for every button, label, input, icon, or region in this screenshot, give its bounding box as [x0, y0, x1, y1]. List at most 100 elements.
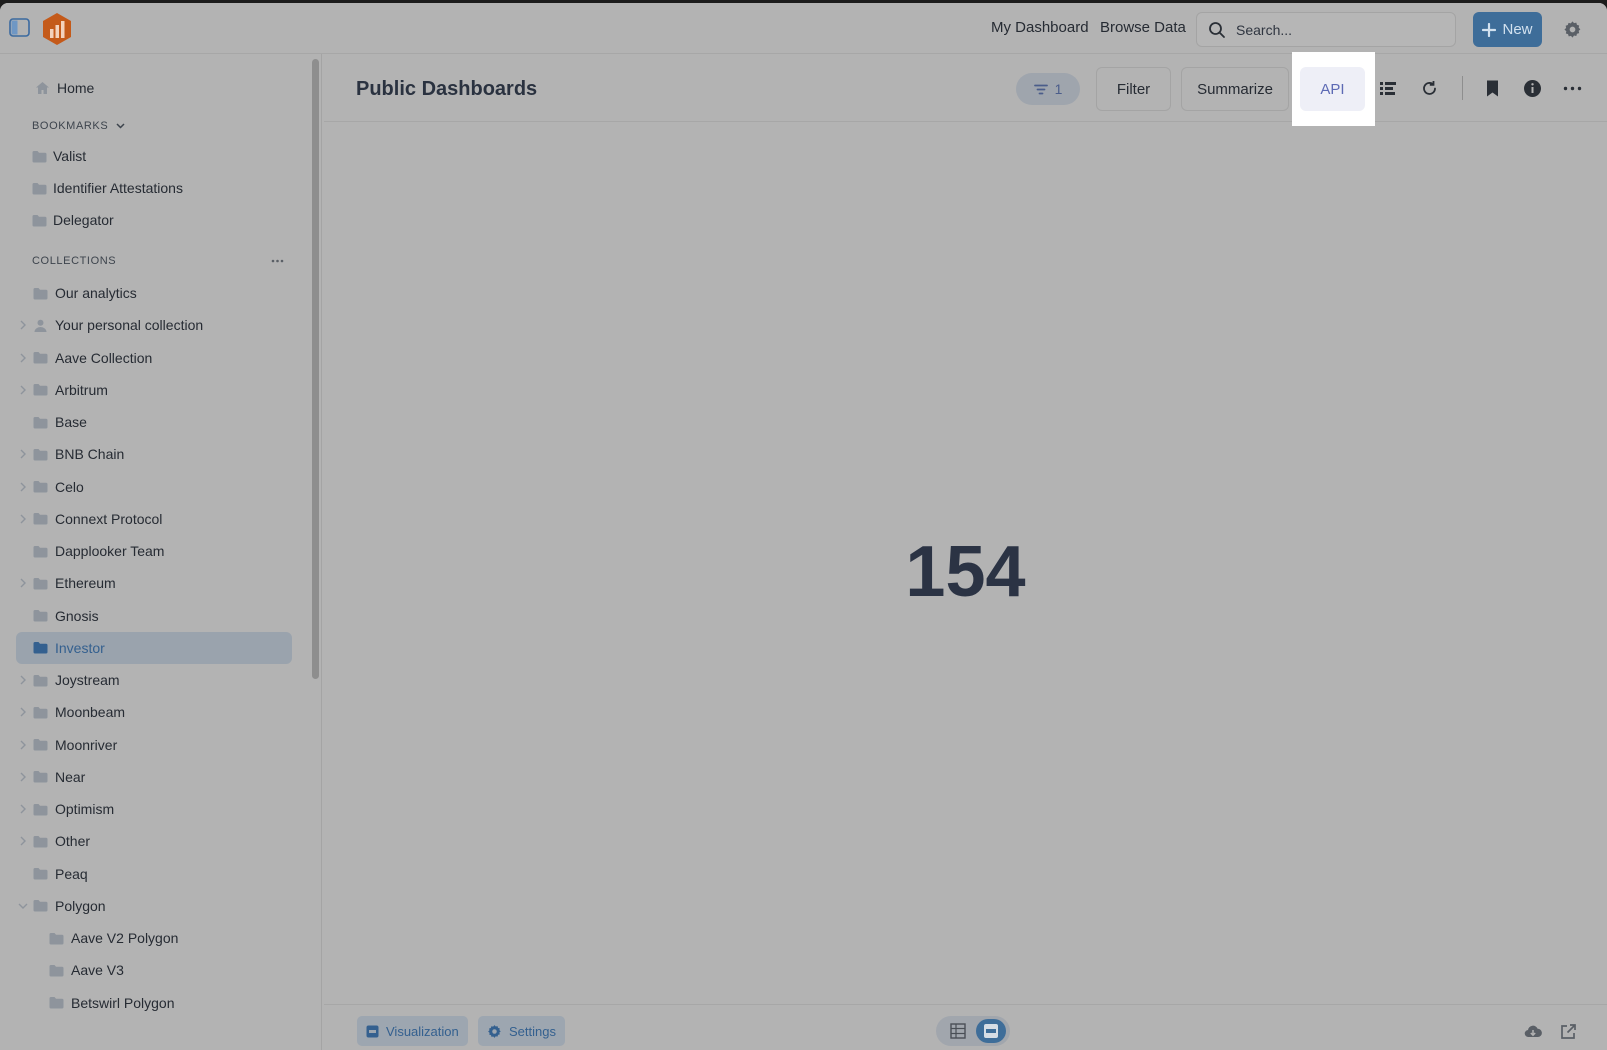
collection-item[interactable]: Moonriver — [16, 729, 292, 761]
info-icon[interactable] — [1523, 79, 1542, 98]
summarize-button[interactable]: Summarize — [1181, 67, 1289, 111]
collection-label: Ethereum — [55, 575, 116, 592]
chevron-down-icon[interactable] — [18, 901, 28, 911]
table-icon[interactable] — [950, 1023, 966, 1039]
folder-icon — [33, 706, 48, 719]
folder-icon — [33, 642, 48, 654]
home-icon — [36, 82, 49, 94]
bookmark-item[interactable]: Identifier Attestations — [16, 172, 292, 204]
chevron-right-icon[interactable] — [18, 385, 28, 395]
chevron-right-icon[interactable] — [18, 675, 28, 685]
nav-browse-data[interactable]: Browse Data — [1100, 19, 1186, 36]
folder-icon — [33, 771, 48, 783]
folder-icon — [49, 932, 64, 944]
collection-label: Dapplooker Team — [55, 543, 165, 559]
visualization-icon[interactable] — [976, 1019, 1006, 1043]
refresh-icon[interactable] — [1420, 79, 1439, 98]
collection-item[interactable]: Arbitrum — [16, 374, 292, 406]
collection-item[interactable]: Other — [16, 825, 292, 857]
download-icon[interactable] — [1524, 1023, 1542, 1041]
chevron-right-icon[interactable] — [18, 482, 28, 492]
collection-label: Optimism — [55, 801, 115, 817]
collection-item[interactable]: Near — [16, 761, 292, 793]
view-toggle[interactable] — [936, 1016, 1010, 1046]
collection-item[interactable]: Gnosis — [16, 600, 292, 632]
folder-icon — [33, 513, 48, 525]
more-options-icon[interactable] — [1563, 79, 1582, 98]
visualization-label: Visualization — [386, 1023, 459, 1039]
collection-item[interactable]: Ethereum — [16, 567, 292, 599]
collection-item[interactable]: Your personal collection — [16, 309, 292, 341]
new-button[interactable]: New — [1473, 12, 1542, 47]
filter-count: 1 — [1054, 81, 1063, 97]
sidebar: Home BOOKMARKS Valist Identifier Attestat… — [0, 54, 322, 1050]
collection-item[interactable]: BNB Chain — [16, 438, 292, 470]
collection-item[interactable]: Investor — [16, 631, 292, 664]
search-placeholder: Search... — [1236, 22, 1293, 38]
collection-label: Gnosis — [55, 607, 99, 624]
collection-item[interactable]: Peaq — [16, 858, 292, 890]
collection-item[interactable]: Dapplooker Team — [16, 535, 292, 567]
chevron-right-icon[interactable] — [18, 578, 28, 588]
collection-label: Betswirl Polygon — [71, 994, 175, 1011]
page-title: Public Dashboards — [356, 78, 538, 100]
folder-icon — [33, 610, 48, 622]
chevron-right-icon[interactable] — [18, 514, 28, 524]
chevron-right-icon[interactable] — [18, 707, 28, 717]
logo-icon[interactable] — [40, 12, 74, 46]
visualization-button[interactable]: Visualization — [357, 1016, 468, 1046]
bookmarks-heading[interactable]: BOOKMARKS — [32, 120, 125, 132]
filter-button[interactable]: Filter — [1096, 67, 1171, 111]
folder-icon — [32, 182, 47, 194]
search-input[interactable]: Search... — [1196, 12, 1456, 47]
collection-item[interactable]: Celo — [16, 471, 292, 503]
collection-item[interactable]: Base — [16, 406, 292, 438]
search-icon — [1209, 22, 1225, 38]
sidebar-toggle-icon[interactable] — [9, 18, 30, 37]
api-button[interactable]: API — [1300, 67, 1365, 111]
collection-item[interactable]: Betswirl Polygon — [16, 987, 292, 1019]
folder-icon — [33, 352, 48, 364]
chevron-right-icon[interactable] — [18, 804, 28, 814]
collection-item[interactable]: Polygon — [16, 890, 292, 922]
more-options-icon[interactable] — [271, 259, 284, 263]
collection-item[interactable]: Moonbeam — [16, 696, 292, 728]
bookmark-item[interactable]: Delegator — [16, 204, 292, 236]
collection-label: Aave V2 Polygon — [71, 930, 179, 946]
bookmark-icon[interactable] — [1483, 79, 1502, 98]
chevron-right-icon[interactable] — [18, 353, 28, 363]
collection-label: Aave Collection — [55, 349, 153, 366]
question-header: Public Dashboards 1 Filter Summarize API — [324, 52, 1607, 126]
folder-icon — [32, 150, 47, 162]
bookmarks-heading-label: BOOKMARKS — [32, 120, 109, 132]
collection-item[interactable]: Connext Protocol — [16, 503, 292, 535]
scalar-value: 154 — [905, 532, 1026, 612]
sidebar-item-home[interactable]: Home — [16, 72, 292, 104]
external-link-icon[interactable] — [1559, 1023, 1577, 1041]
folder-icon — [33, 900, 48, 912]
collection-label: Polygon — [55, 897, 106, 914]
bookmark-item[interactable]: Valist — [16, 140, 292, 172]
collection-item[interactable]: Our analytics — [16, 277, 292, 309]
chevron-right-icon[interactable] — [18, 740, 28, 750]
list-view-icon[interactable] — [1379, 79, 1398, 98]
collection-item[interactable]: Joystream — [16, 664, 292, 696]
settings-button[interactable]: Settings — [478, 1016, 565, 1046]
chevron-right-icon[interactable] — [18, 320, 28, 330]
bookmark-label: Valist — [53, 148, 87, 164]
collection-item[interactable]: Aave V3 — [16, 954, 292, 986]
chevron-right-icon[interactable] — [18, 449, 28, 459]
folder-icon — [33, 803, 48, 815]
folder-icon — [33, 481, 48, 493]
app-window: My Dashboard Browse Data Search... New H… — [0, 3, 1607, 1050]
gear-icon — [488, 1024, 501, 1038]
collection-item[interactable]: Aave V2 Polygon — [16, 922, 292, 954]
sidebar-scrollbar[interactable] — [312, 59, 319, 679]
chevron-right-icon[interactable] — [18, 836, 28, 846]
collection-item[interactable]: Aave Collection — [16, 342, 292, 374]
filter-count-pill[interactable]: 1 — [1016, 73, 1080, 105]
gear-icon[interactable] — [1563, 20, 1582, 39]
collection-item[interactable]: Optimism — [16, 793, 292, 825]
nav-my-dashboard[interactable]: My Dashboard — [991, 19, 1089, 36]
chevron-right-icon[interactable] — [18, 772, 28, 782]
